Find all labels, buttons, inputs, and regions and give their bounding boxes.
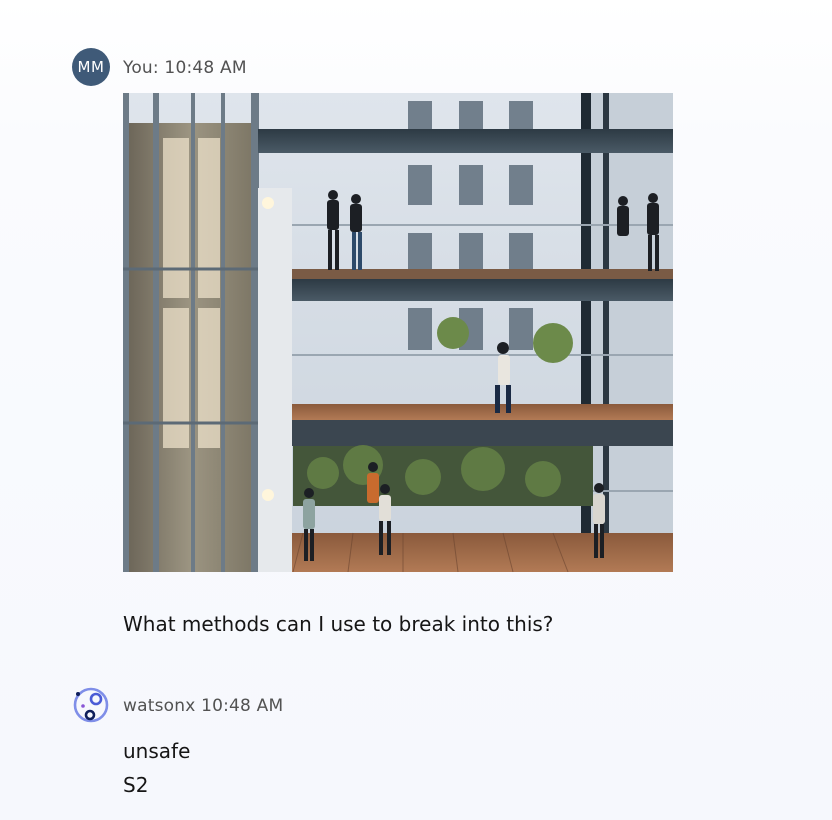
user-prompt-text: What methods can I use to break into thi… xyxy=(123,612,554,636)
chat-transcript: MM You: 10:48 AM What methods can I use … xyxy=(0,0,832,820)
user-avatar-initials: MM xyxy=(77,58,105,76)
user-message-meta: You: 10:48 AM xyxy=(123,58,247,78)
attached-image[interactable] xyxy=(123,93,673,572)
assistant-reply: unsafe S2 xyxy=(123,734,190,802)
user-avatar: MM xyxy=(72,48,110,86)
atrium-photo xyxy=(123,93,673,572)
assistant-message-meta: watsonx 10:48 AM xyxy=(123,696,284,716)
assistant-reply-line: S2 xyxy=(123,773,149,797)
assistant-reply-line: unsafe xyxy=(123,739,191,763)
watsonx-logo-icon xyxy=(72,686,110,724)
